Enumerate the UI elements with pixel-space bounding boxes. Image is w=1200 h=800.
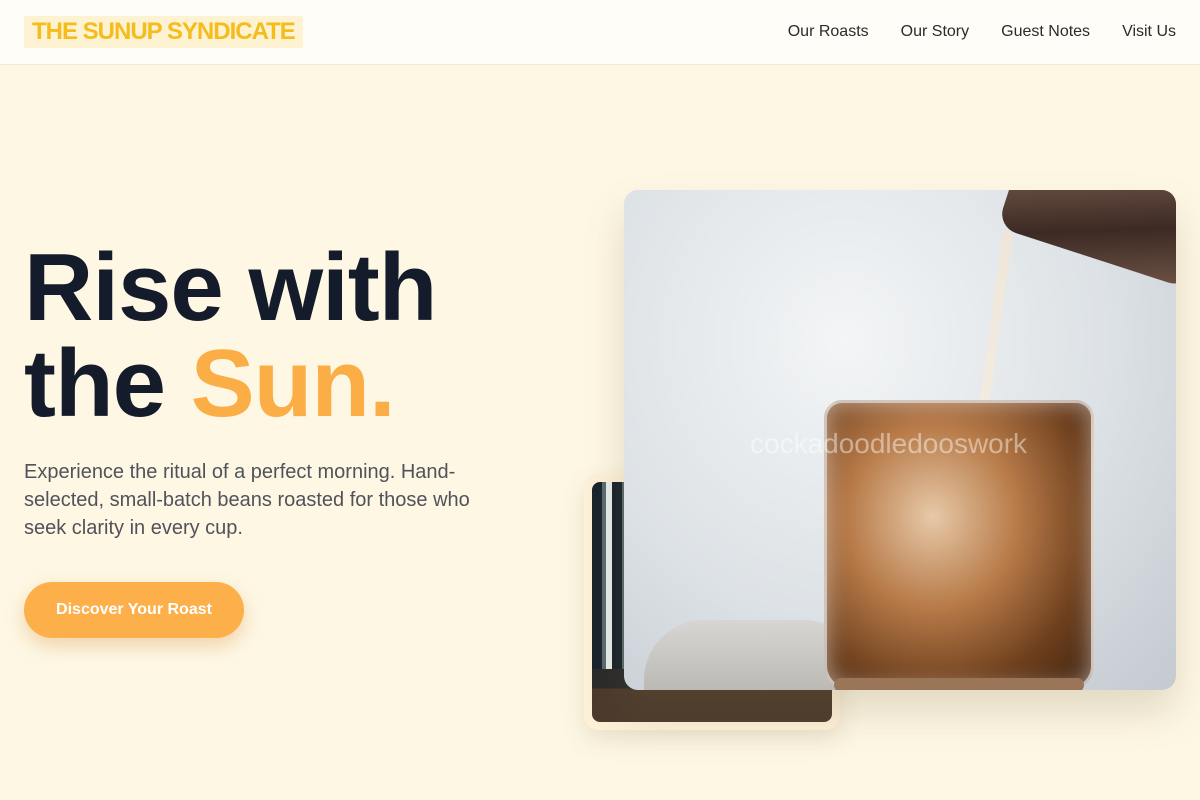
- nav-guest-notes[interactable]: Guest Notes: [1001, 23, 1090, 41]
- pitcher-shape: [996, 190, 1176, 289]
- headline-line1: Rise with: [24, 234, 437, 341]
- headline-accent: Sun.: [190, 330, 396, 437]
- headline-the: the: [24, 330, 191, 437]
- saucer-shape: [834, 678, 1084, 690]
- hero-subtitle: Experience the ritual of a perfect morni…: [24, 461, 470, 539]
- iced-coffee-photo: cockadoodledooswork: [624, 190, 1176, 690]
- logo[interactable]: THE SUNUP SYNDICATE: [24, 16, 303, 48]
- main-nav: Our Roasts Our Story Guest Notes Visit U…: [788, 0, 1176, 64]
- nav-our-story[interactable]: Our Story: [901, 23, 969, 41]
- discover-roast-button[interactable]: Discover Your Roast: [24, 582, 244, 638]
- nav-our-roasts[interactable]: Our Roasts: [788, 23, 869, 41]
- site-header: THE SUNUP SYNDICATE Our Roasts Our Story…: [0, 0, 1200, 65]
- nav-visit-us[interactable]: Visit Us: [1122, 23, 1176, 41]
- photo-watermark: cockadoodledooswork: [750, 428, 1028, 459]
- hero-headline: Rise with the Sun.: [24, 240, 437, 432]
